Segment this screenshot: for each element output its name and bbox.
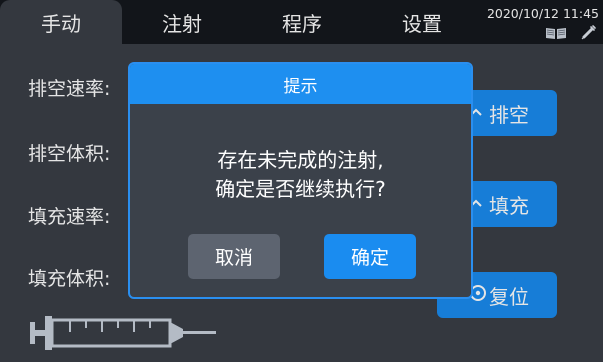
confirm-button[interactable]: 确定 [324,234,416,279]
dialog-message: 存在未完成的注射, 确定是否继续执行? [130,146,471,204]
cancel-button[interactable]: 取消 [188,234,280,279]
confirm-button-label: 确定 [350,247,389,269]
confirm-dialog: 提示 存在未完成的注射, 确定是否继续执行? 取消 确定 [128,62,473,299]
cancel-button-label: 取消 [214,247,253,269]
dialog-message-line2: 确定是否继续执行? [215,177,386,201]
dialog-message-line1: 存在未完成的注射, [217,148,384,172]
dialog-title: 提示 [130,64,471,104]
